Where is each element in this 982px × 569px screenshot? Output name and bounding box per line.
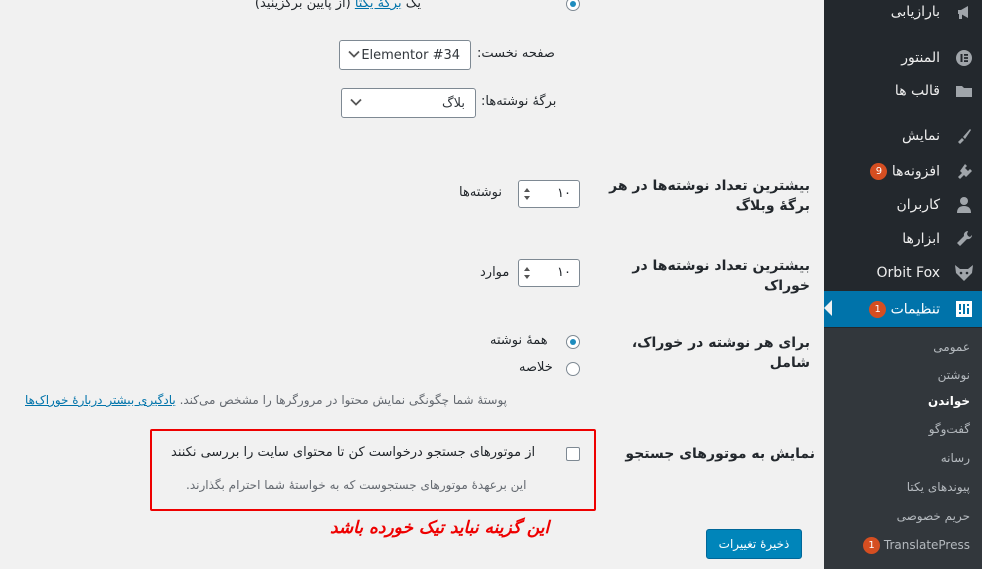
posts-per-rss-heading: بیشترین تعداد نوشته‌ها در خوراک xyxy=(632,258,810,294)
settings-icon xyxy=(954,299,974,319)
translatepress-badge: 1 xyxy=(863,537,881,554)
paintbrush-icon xyxy=(954,126,974,146)
sidebar-item-elementor[interactable]: المنتور xyxy=(824,41,982,75)
plugin-icon xyxy=(954,161,974,181)
sidebar-item-backup[interactable]: بارازیابی xyxy=(824,0,982,29)
sidebar-item-users[interactable]: کاربران xyxy=(824,188,982,222)
fox-icon xyxy=(954,263,974,283)
sidebar-item-settings[interactable]: تنظیمات 1 xyxy=(824,291,982,327)
wrench-icon xyxy=(954,229,974,249)
submenu-privacy[interactable]: حریم خصوصی xyxy=(897,509,970,523)
megaphone-icon xyxy=(954,2,974,22)
chevron-down-icon xyxy=(348,48,360,63)
spinner-arrows-icon[interactable] xyxy=(522,263,532,283)
static-page-link[interactable]: برگهٔ یکتا xyxy=(355,0,402,11)
sidebar-item-plugins[interactable]: افزونه‌ها 9 xyxy=(824,154,982,188)
rss-summary-label: خلاصه xyxy=(519,360,553,375)
submenu-general[interactable]: عمومی xyxy=(933,340,970,354)
posts-per-rss-unit: موارد xyxy=(480,265,510,280)
chevron-down-icon xyxy=(350,96,362,111)
sidebar-item-tools[interactable]: ابزارها xyxy=(824,222,982,256)
rss-full-text-label: همهٔ نوشته xyxy=(490,333,548,348)
posts-per-page-unit: نوشته‌ها xyxy=(459,185,502,200)
posts-page-select[interactable]: بلاگ xyxy=(341,88,476,118)
posts-per-page-input[interactable]: ۱۰ xyxy=(518,180,580,208)
submenu-permalinks[interactable]: پیوندهای یکتا xyxy=(907,480,970,494)
plugins-update-badge: 9 xyxy=(870,162,888,180)
settings-reading-page: یک برگهٔ یکتا (از پایین برگزینید) صفحه ن… xyxy=(0,0,824,569)
admin-sidebar: بارازیابی المنتور قالب ها نمایش افزونه‌ه… xyxy=(824,0,982,569)
search-engine-heading: نمایش به موتورهای جستجو xyxy=(625,446,815,462)
static-page-radio[interactable] xyxy=(566,0,580,11)
submenu-writing[interactable]: نوشتن xyxy=(938,368,970,382)
submenu-translatepress[interactable]: 1 TranslatePress xyxy=(859,537,970,554)
settings-submenu: عمومی نوشتن خواندن گفت‌وگو رسانه پیوندها… xyxy=(824,328,982,569)
sidebar-item-appearance[interactable]: نمایش xyxy=(824,119,982,153)
front-page-select[interactable]: Elementor #34 xyxy=(339,40,471,70)
user-icon xyxy=(954,195,974,215)
sidebar-item-orbit-fox[interactable]: Orbit Fox xyxy=(824,256,982,290)
feed-learn-more-link[interactable]: یادگیری بیشتر دربارهٔ خوراک‌ها xyxy=(25,393,176,407)
annotation-text: این گزینه نباید تیک خورده باشد xyxy=(330,518,550,538)
posts-page-label: برگهٔ نوشته‌ها: xyxy=(481,94,557,109)
static-page-option-label: یک برگهٔ یکتا (از پایین برگزینید) xyxy=(255,0,421,11)
rss-excerpt-heading: برای هر نوشته در خوراک، شامل xyxy=(631,335,810,371)
front-page-label: صفحه نخست: xyxy=(477,46,555,61)
highlight-box xyxy=(150,429,596,511)
submenu-media[interactable]: رسانه xyxy=(941,451,970,465)
elementor-icon xyxy=(954,48,974,68)
rss-summary-radio[interactable] xyxy=(566,362,580,376)
posts-per-page-heading: بیشترین تعداد نوشته‌ها در هر برگهٔ وبلاگ xyxy=(609,178,810,214)
folder-icon xyxy=(954,81,974,101)
posts-per-rss-input[interactable]: ۱۰ xyxy=(518,259,580,287)
sidebar-item-templates[interactable]: قالب ها xyxy=(824,74,982,108)
spinner-arrows-icon[interactable] xyxy=(522,184,532,204)
rss-full-text-radio[interactable] xyxy=(566,335,580,349)
submenu-reading[interactable]: خواندن xyxy=(928,394,970,408)
feed-description: پوستهٔ شما چگونگی نمایش محتوا در مرورگره… xyxy=(25,393,507,407)
submenu-discussion[interactable]: گفت‌وگو xyxy=(929,422,970,436)
save-changes-button[interactable]: ذخیرهٔ تغییرات xyxy=(706,529,802,559)
settings-badge: 1 xyxy=(869,300,887,318)
